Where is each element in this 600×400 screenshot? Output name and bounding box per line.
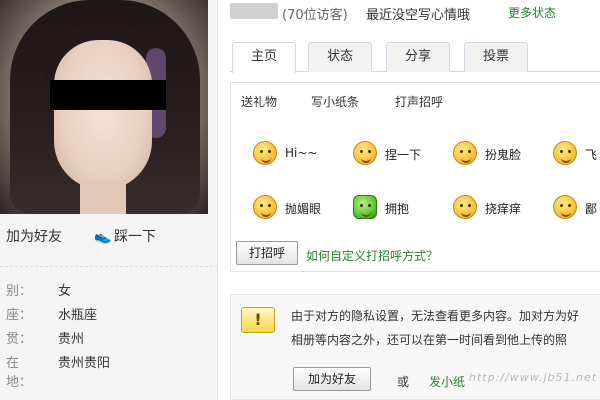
- greet-label: 挠痒痒: [485, 202, 522, 216]
- greet-hug[interactable]: 拥抱: [353, 195, 443, 221]
- poke-link[interactable]: 👟 踩一下: [94, 226, 156, 246]
- greet-button[interactable]: 打招呼: [236, 241, 298, 265]
- photo-neck: [80, 180, 126, 214]
- info-row-zodiac: 座： 水瓶座: [0, 304, 218, 328]
- greeting-options: Hi~~ 捏一下 扮鬼脸 飞 抛媚眼 拥抱 挠痒痒 鄙: [231, 123, 600, 253]
- info-value: 贵州: [58, 332, 85, 347]
- smiley-funny-face-icon: [453, 141, 477, 165]
- greet-label: 扮鬼脸: [485, 148, 522, 162]
- tab-bar: 主页 状态 分享 投票: [230, 40, 600, 73]
- info-key: 在 地：: [6, 356, 33, 390]
- info-key: 座：: [6, 308, 33, 323]
- smiley-despise-icon: [553, 195, 577, 219]
- greet-despise[interactable]: 鄙: [553, 195, 600, 221]
- tab-home[interactable]: 主页: [232, 42, 296, 73]
- smiley-pinch-icon: [353, 141, 377, 165]
- tab-vote[interactable]: 投票: [464, 42, 528, 72]
- greet-tickle[interactable]: 挠痒痒: [453, 195, 543, 221]
- info-row-hometown: 贯： 贵州: [0, 328, 218, 352]
- watermark: http://www.jb51.net: [469, 371, 598, 384]
- shoe-icon: 👟: [94, 229, 112, 245]
- more-status-link[interactable]: 更多状态: [508, 4, 556, 21]
- visitor-count: (70位访客): [282, 8, 348, 23]
- greet-pinch[interactable]: 捏一下: [353, 141, 443, 167]
- info-value: 贵州贵阳: [58, 356, 111, 371]
- smiley-tickle-icon: [453, 195, 477, 219]
- censor-bar: [50, 80, 166, 110]
- smiley-hi-icon: [253, 141, 277, 165]
- smiley-fly-icon: [553, 141, 577, 165]
- info-key: 别：: [6, 284, 33, 299]
- warning-icon: !: [241, 307, 275, 333]
- send-note-link[interactable]: 发小纸: [429, 373, 465, 390]
- panel-links: 送礼物 写小纸条 打声招呼: [231, 83, 600, 119]
- custom-greeting-link[interactable]: 如何自定义打招呼方式？: [306, 247, 438, 264]
- profile-header: (70位访客) 最近没空写心情哦 更多状态: [230, 0, 600, 26]
- profile-actions: 加为好友 👟 踩一下: [0, 226, 218, 252]
- divider: [0, 266, 218, 267]
- profile-photo[interactable]: [0, 0, 208, 214]
- notice-line-1: 由于对方的隐私设置，无法查看更多内容。加对方为好: [291, 309, 580, 323]
- poke-label: 踩一下: [114, 229, 156, 245]
- privacy-notice: ! 由于对方的隐私设置，无法查看更多内容。加对方为好 相册等内容之外，还可以在第…: [230, 294, 600, 400]
- smiley-wink-icon: [253, 195, 277, 219]
- smiley-hug-icon: [353, 195, 377, 219]
- say-hello-link[interactable]: 打声招呼: [395, 93, 443, 110]
- status-text: 最近没空写心情哦: [366, 8, 471, 23]
- greet-label: 拥抱: [385, 202, 410, 216]
- notice-add-friend-button[interactable]: 加为好友: [293, 367, 371, 391]
- photo-face: [54, 40, 152, 190]
- profile-sidebar: 加为好友 👟 踩一下 别： 女 座： 水瓶座 贯： 贵州 在 地： 贵州贵阳: [0, 0, 218, 400]
- write-note-link[interactable]: 写小纸条: [311, 93, 359, 110]
- info-key: 贯：: [6, 332, 33, 347]
- notice-line-2: 相册等内容之外，还可以在第一时间看到他上传的照: [291, 333, 568, 347]
- greet-wink[interactable]: 抛媚眼: [253, 195, 343, 221]
- info-value: 女: [58, 284, 72, 299]
- greet-label: 捏一下: [385, 148, 422, 162]
- send-gift-link[interactable]: 送礼物: [241, 93, 277, 110]
- tab-status[interactable]: 状态: [308, 42, 372, 72]
- greet-label: 飞: [585, 148, 598, 162]
- blurred-username: [230, 3, 278, 19]
- tab-share[interactable]: 分享: [386, 42, 450, 72]
- notice-or-text: 或: [397, 375, 410, 389]
- info-row-gender: 别： 女: [0, 280, 218, 304]
- info-row-location: 在 地： 贵州贵阳: [0, 352, 218, 390]
- greet-hi[interactable]: Hi~~: [253, 141, 343, 167]
- greet-fly[interactable]: 飞: [553, 141, 600, 167]
- greet-label: 抛媚眼: [285, 202, 322, 216]
- add-friend-link[interactable]: 加为好友: [6, 226, 62, 246]
- greet-label: Hi~~: [285, 146, 318, 160]
- greet-face[interactable]: 扮鬼脸: [453, 141, 543, 167]
- profile-info: 别： 女 座： 水瓶座 贯： 贵州 在 地： 贵州贵阳: [0, 280, 218, 390]
- info-value: 水瓶座: [58, 308, 98, 323]
- greet-label: 鄙: [585, 202, 598, 216]
